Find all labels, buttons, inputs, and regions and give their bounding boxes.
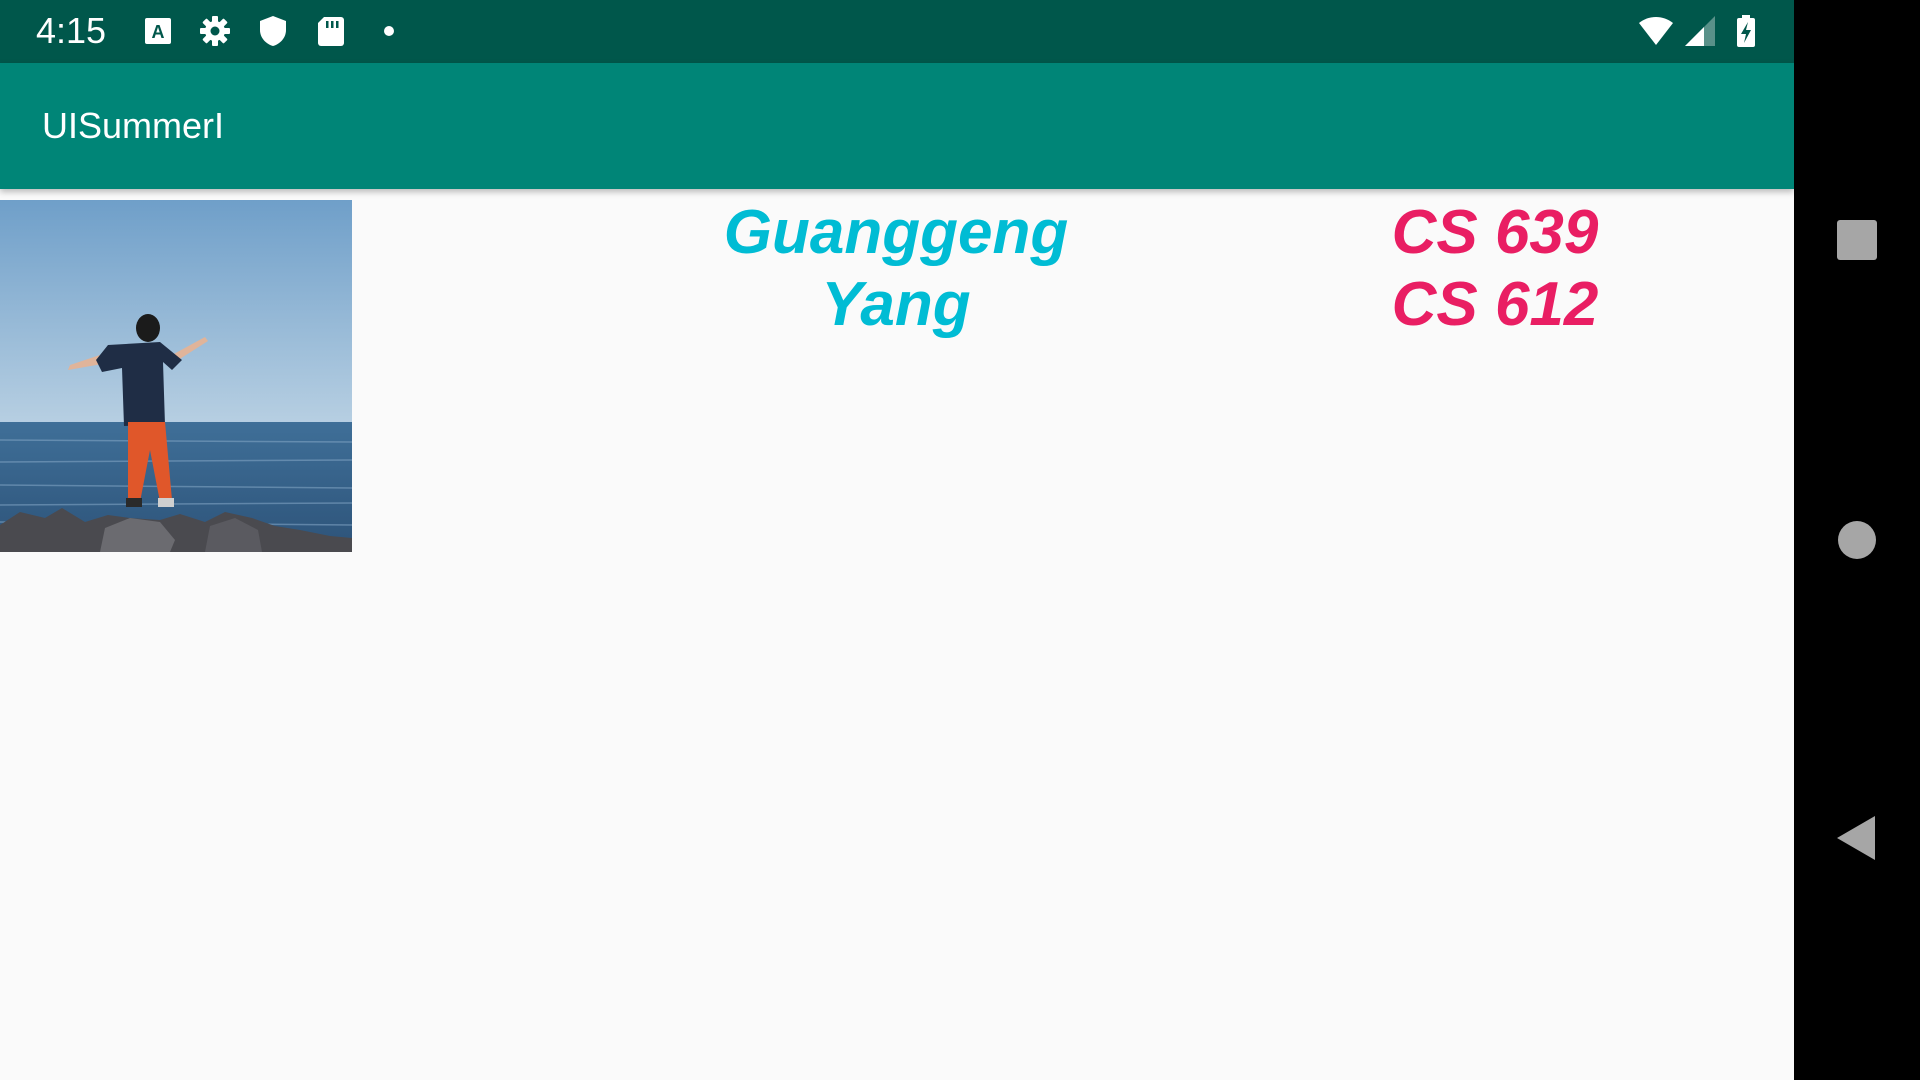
recents-square-icon (1837, 220, 1877, 260)
home-circle-icon (1838, 521, 1876, 559)
profile-photo (0, 200, 352, 552)
cellular-signal-icon (1682, 13, 1718, 49)
settings-gear-icon (197, 13, 233, 49)
navigation-bar (1794, 0, 1920, 1080)
recents-button[interactable] (1833, 216, 1881, 264)
battery-charging-icon (1728, 13, 1764, 49)
main-content: Guanggeng Yang CS 639 CS 612 (0, 189, 1794, 1080)
app-toolbar: UISummerI (0, 63, 1794, 189)
course-item: CS 639 (1391, 198, 1599, 267)
dot-icon (371, 13, 407, 49)
svg-text:A: A (152, 22, 165, 42)
back-button[interactable] (1833, 814, 1881, 862)
app-title: UISummerI (42, 105, 225, 146)
back-triangle-icon (1837, 816, 1875, 860)
status-bar: 4:15 A (0, 0, 1794, 63)
sd-card-icon (313, 13, 349, 49)
keyboard-a-icon: A (140, 13, 176, 49)
student-name: Guanggeng Yang (723, 198, 1069, 339)
course-item: CS 612 (1391, 270, 1599, 339)
device-frame: 4:15 A UISummerI Guanggeng Yang CS 639 C… (0, 0, 1920, 1080)
shield-icon (255, 13, 291, 49)
app-screen: 4:15 A UISummerI Guanggeng Yang CS 639 C… (0, 0, 1794, 1080)
home-button[interactable] (1833, 516, 1881, 564)
wifi-icon (1638, 13, 1674, 49)
course-list: CS 639 CS 612 (1360, 197, 1630, 341)
status-time: 4:15 (36, 10, 107, 51)
